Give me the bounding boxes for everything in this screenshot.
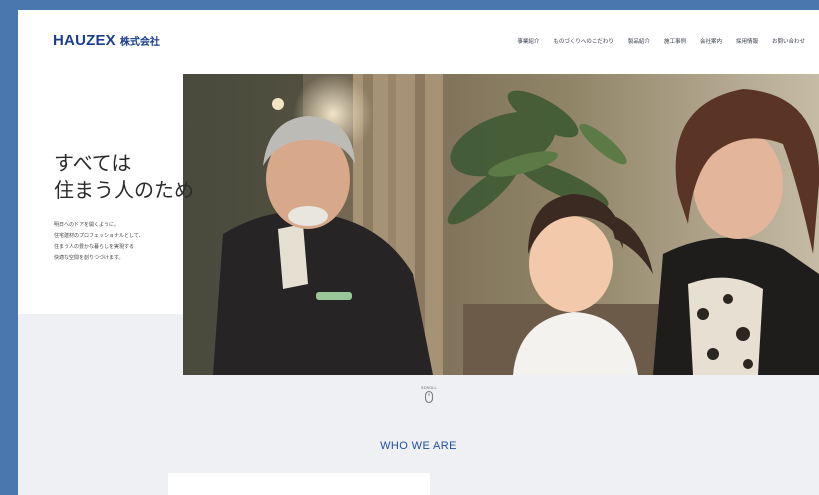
logo-company-suffix: 株式会社 xyxy=(119,37,160,48)
hero-lead: 明日へのドアを開くように。 住宅建材のプロフェッショナルとして、 住まう人の豊か… xyxy=(54,220,144,264)
content-card xyxy=(168,473,430,495)
nav-products[interactable]: 製品紹介 xyxy=(628,37,650,45)
nav-business[interactable]: 事業紹介 xyxy=(517,37,539,45)
nav-craftsmanship[interactable]: ものづくりへのこだわり xyxy=(553,37,614,45)
nav-works[interactable]: 施工事例 xyxy=(664,37,686,45)
hero-lead-line: 住まう人の豊かな暮らしを実現する xyxy=(54,244,135,250)
section-title-who-we-are: WHO WE ARE xyxy=(380,440,457,452)
site-header: HAUZEX 株式会社 事業紹介 ものづくりへのこだわり 製品紹介 施工事例 会… xyxy=(18,10,819,74)
browser-viewport: HAUZEX 株式会社 事業紹介 ものづくりへのこだわり 製品紹介 施工事例 会… xyxy=(18,10,819,495)
hero-lead-line: 住宅建材のプロフェッショナルとして、 xyxy=(54,233,144,239)
scroll-indicator[interactable]: SCROLL xyxy=(418,386,440,403)
nav-recruit[interactable]: 採用情報 xyxy=(736,37,758,45)
logo-wordmark: HAUZEX xyxy=(53,32,116,49)
family-photo-illustration xyxy=(183,74,819,375)
hero-lead-line: 快適な空間を創りつづけます。 xyxy=(54,255,124,261)
mouse-icon xyxy=(425,391,433,403)
hero-headline: すべては 住まう人のため xyxy=(54,150,194,204)
scroll-label: SCROLL xyxy=(421,386,437,390)
site-logo[interactable]: HAUZEX 株式会社 xyxy=(53,32,160,49)
hero-photo xyxy=(183,74,819,375)
global-nav: 事業紹介 ものづくりへのこだわり 製品紹介 施工事例 会社案内 採用情報 お問い… xyxy=(517,37,805,45)
hero-headline-line: すべては xyxy=(54,151,132,175)
nav-company[interactable]: 会社案内 xyxy=(700,37,722,45)
hero-headline-line: 住まう人のため xyxy=(54,178,194,202)
hero-lead-line: 明日へのドアを開くように。 xyxy=(54,222,120,228)
nav-contact[interactable]: お問い合わせ xyxy=(772,37,805,45)
